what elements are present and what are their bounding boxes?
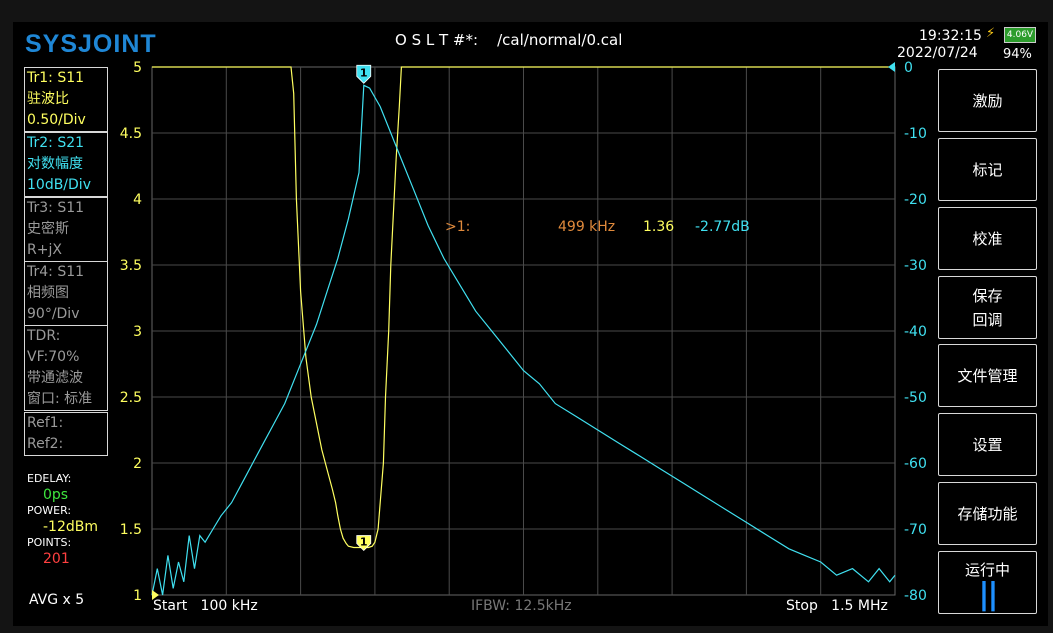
analyzer-screen: SYSJOINT O S L T #*: /cal/normal/0.cal ⚡…: [13, 22, 1048, 626]
menu-save-recall-label: 保存 回调: [972, 286, 1003, 329]
run-toggle-button[interactable]: 运行中 ||: [938, 551, 1037, 614]
plot-grid: [151, 66, 896, 596]
menu-stimulus-label: 激励: [972, 91, 1003, 110]
menu-storage-button[interactable]: 存储功能: [938, 482, 1037, 545]
right-axis-tick-label: -20: [904, 192, 927, 208]
left-axis-tick-label: 4.5: [120, 126, 142, 142]
menu-calibrate-button[interactable]: 校准: [938, 207, 1037, 270]
plot-area: 5 4.5 4 3.5 3 2.5 2 1.5 1 0 -10 -20 -30 -40 -50 -60 -70 -…: [120, 60, 927, 604]
right-axis-tick-label: -60: [904, 456, 927, 472]
menu-storage-label: 存储功能: [957, 504, 1018, 523]
readout-db: -2.77dB: [695, 219, 750, 235]
menu-file-manager-button[interactable]: 文件管理: [938, 344, 1037, 407]
menu-marker-button[interactable]: 标记: [938, 138, 1037, 201]
left-axis-tick-label: 1.5: [120, 522, 142, 538]
if-bandwidth[interactable]: IFBW: 12.5kHz: [471, 598, 572, 614]
left-axis-tick-label: 1: [133, 588, 142, 604]
right-reference-arrow: [888, 62, 895, 72]
right-axis-tick-label: -80: [904, 588, 927, 604]
menu-save-recall-button[interactable]: 保存 回调: [938, 276, 1037, 339]
marker-label-tr2: 1: [360, 66, 368, 79]
readout-marker: >1:: [445, 219, 470, 235]
menu-settings-button[interactable]: 设置: [938, 413, 1037, 476]
left-axis-tick-label: 2: [133, 456, 142, 472]
menu-marker-label: 标记: [972, 160, 1003, 179]
marker-label-tr1: 1: [360, 535, 368, 548]
right-axis-tick-label: -40: [904, 324, 927, 340]
right-axis-tick-label: 0: [904, 60, 913, 76]
readout-swr: 1.36: [643, 219, 674, 235]
menu-settings-label: 设置: [972, 435, 1003, 454]
menu-calibrate-label: 校准: [972, 229, 1003, 248]
readout-frequency: 499 kHz: [558, 219, 615, 235]
right-axis-tick-label: -50: [904, 390, 927, 406]
marker-readout: >1: 499 kHz 1.36 -2.77dB: [445, 219, 750, 235]
left-axis-tick-label: 4: [133, 192, 142, 208]
right-axis-tick-label: -70: [904, 522, 927, 538]
start-frequency[interactable]: Start 100 kHz: [153, 598, 258, 614]
right-axis-tick-label: -10: [904, 126, 927, 142]
stop-frequency[interactable]: Stop 1.5 MHz: [786, 598, 888, 614]
left-axis-tick-label: 3.5: [120, 258, 142, 274]
menu-stimulus-button[interactable]: 激励: [938, 69, 1037, 132]
left-axis-tick-label: 5: [133, 60, 142, 76]
pause-icon: ||: [978, 576, 999, 612]
right-axis-tick-label: -30: [904, 258, 927, 274]
left-axis-tick-label: 3: [133, 324, 142, 340]
menu-file-manager-label: 文件管理: [957, 366, 1018, 385]
left-axis-tick-label: 2.5: [120, 390, 142, 406]
